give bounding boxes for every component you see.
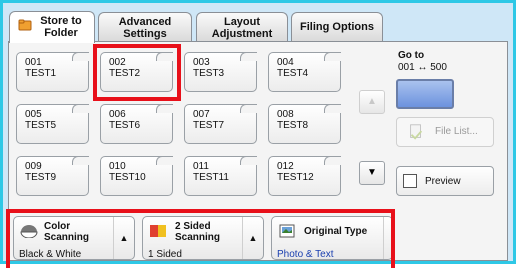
folder-name: TEST12 xyxy=(277,172,314,183)
folder-name: TEST5 xyxy=(25,120,57,131)
tab-advanced-settings[interactable]: Advanced Settings xyxy=(98,12,192,42)
folder-button-005[interactable]: 005 TEST5 xyxy=(16,104,89,144)
folder-name: TEST3 xyxy=(193,68,225,79)
folder-name: TEST9 xyxy=(25,172,57,183)
preview-checkbox[interactable] xyxy=(403,174,417,188)
folder-name: TEST6 xyxy=(109,120,141,131)
tab-layout-adjustment[interactable]: Layout Adjustment xyxy=(196,12,288,42)
tab-advanced-settings-label: Advanced Settings xyxy=(118,16,172,40)
folder-number: 011 xyxy=(193,161,209,172)
goto-button[interactable] xyxy=(396,79,454,109)
folder-number: 010 xyxy=(109,161,126,172)
preview-toggle[interactable]: Preview xyxy=(396,166,494,196)
folder-number: 003 xyxy=(193,57,210,68)
folder-name: TEST1 xyxy=(25,68,57,79)
preview-label: Preview xyxy=(425,176,461,187)
folder-name: TEST10 xyxy=(109,172,146,183)
folder-name: TEST7 xyxy=(193,120,225,131)
folder-number: 008 xyxy=(277,109,294,120)
goto-label: Go to xyxy=(398,50,425,61)
file-list-icon xyxy=(410,124,423,140)
folder-icon xyxy=(18,19,32,31)
folder-number: 009 xyxy=(25,161,42,172)
folder-number: 001 xyxy=(25,57,42,68)
folder-number: 004 xyxy=(277,57,294,68)
scroll-down-button[interactable]: ▼ xyxy=(359,161,385,185)
folder-button-003[interactable]: 003 TEST3 xyxy=(184,52,257,92)
folder-name: TEST4 xyxy=(277,68,309,79)
folder-button-007[interactable]: 007 TEST7 xyxy=(184,104,257,144)
highlight-feature-bar xyxy=(6,209,395,268)
highlight-folder-002 xyxy=(93,44,181,101)
tab-layout-adjustment-label: Layout Adjustment xyxy=(211,16,273,40)
folder-button-001[interactable]: 001 TEST1 xyxy=(16,52,89,92)
tab-filing-options-label: Filing Options xyxy=(300,21,374,33)
folder-number: 007 xyxy=(193,109,210,120)
folder-button-004[interactable]: 004 TEST4 xyxy=(268,52,341,92)
folder-button-010[interactable]: 010 TEST10 xyxy=(100,156,173,196)
folder-button-006[interactable]: 006 TEST6 xyxy=(100,104,173,144)
goto-range: 001 ↔ 500 xyxy=(398,62,447,73)
tab-store-to-folder[interactable]: Store to Folder xyxy=(9,11,95,43)
chevron-down-icon: ▼ xyxy=(367,167,377,178)
file-list-button[interactable]: File List... xyxy=(396,117,494,147)
tab-store-to-folder-text: Store to Folder xyxy=(40,15,82,39)
folder-number: 006 xyxy=(109,109,126,120)
scroll-up-button[interactable]: ▲ xyxy=(359,90,385,114)
folder-name: TEST11 xyxy=(193,172,229,183)
folder-button-008[interactable]: 008 TEST8 xyxy=(268,104,341,144)
file-list-label: File List... xyxy=(435,126,478,137)
folder-name: TEST8 xyxy=(277,120,309,131)
folder-number: 012 xyxy=(277,161,294,172)
folder-button-012[interactable]: 012 TEST12 xyxy=(268,156,341,196)
tab-filing-options[interactable]: Filing Options xyxy=(291,12,383,42)
folder-button-011[interactable]: 011 TEST11 xyxy=(184,156,257,196)
folder-button-009[interactable]: 009 TEST9 xyxy=(16,156,89,196)
folder-number: 005 xyxy=(25,109,42,120)
chevron-up-icon: ▲ xyxy=(367,96,377,107)
